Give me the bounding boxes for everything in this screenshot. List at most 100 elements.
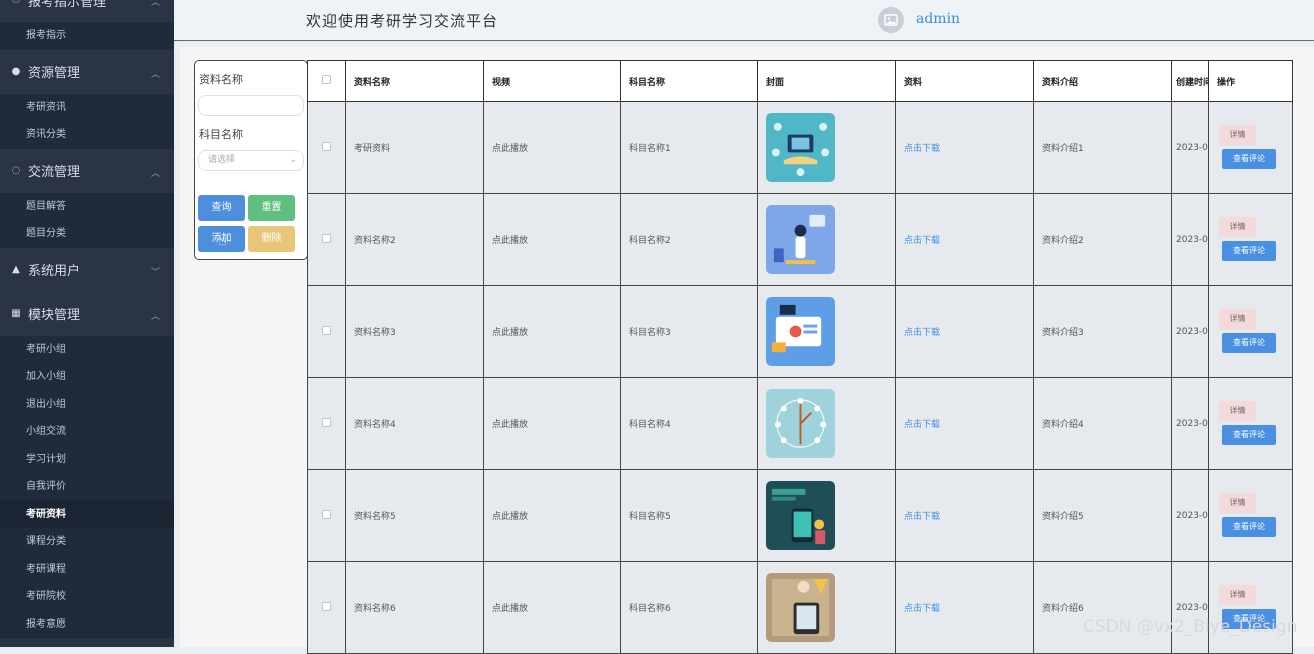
sidebar-item[interactable]: 考研资讯 [0, 93, 174, 121]
sidebar-group-label: 报考指示管理 [28, 0, 107, 10]
sidebar-group[interactable]: ◌ 交流管理 ︿ [0, 148, 174, 193]
download-link[interactable]: 点击下载 [904, 420, 940, 430]
cover-cell [757, 285, 896, 378]
sidebar-group-label: 交流管理 [28, 165, 81, 180]
row-checkbox-cell[interactable] [307, 285, 346, 378]
file-cell: 点击下载 [895, 285, 1034, 378]
chevron-down-icon: ﹀ [150, 267, 160, 278]
column-header: 创建时间 [1171, 60, 1209, 102]
play-video-link[interactable]: 点此播放 [492, 144, 528, 154]
sidebar-group-label: 模块管理 [28, 308, 81, 323]
play-video-link[interactable]: 点此播放 [492, 420, 528, 430]
column-header: 科目名称 [620, 60, 758, 102]
subject-name-label: 科目名称 [199, 128, 243, 141]
download-link[interactable]: 点击下载 [904, 328, 940, 338]
detail-button[interactable]: 详情 [1219, 125, 1256, 145]
sidebar-item[interactable]: 小组交流 [0, 418, 174, 446]
sidebar-item[interactable]: 考研资料 [0, 500, 174, 528]
material-name-cell: 资料名称2 [345, 193, 484, 286]
row-checkbox-cell[interactable] [307, 561, 346, 654]
download-link[interactable]: 点击下载 [904, 144, 940, 154]
delete-button[interactable]: 删除 [248, 226, 295, 252]
download-link[interactable]: 点击下载 [904, 236, 940, 246]
checkbox[interactable] [322, 233, 331, 243]
checkbox[interactable] [322, 509, 331, 519]
checkbox[interactable] [322, 601, 331, 611]
sidebar-item[interactable]: 课程分类 [0, 528, 174, 556]
created-time-cell: 2023-0 [1171, 377, 1209, 470]
sidebar-item[interactable]: 报考指示 [0, 22, 174, 50]
detail-button[interactable]: 详情 [1219, 585, 1256, 605]
subject-cell: 科目名称1 [620, 101, 758, 194]
sidebar-item[interactable]: 题目解答 [0, 192, 174, 220]
checkbox[interactable] [322, 75, 331, 84]
sidebar-item[interactable]: 报考意愿 [0, 610, 174, 638]
cover-cell [757, 469, 896, 562]
material-name-cell: 考研资料 [345, 101, 484, 194]
operations-cell: 详情 查看评论 [1208, 285, 1293, 378]
column-header: 资料介绍 [1033, 60, 1172, 102]
avatar[interactable] [878, 7, 904, 33]
view-comments-button[interactable]: 查看评论 [1222, 149, 1276, 169]
sidebar-item[interactable]: 考研小组 [0, 335, 174, 363]
file-cell: 点击下载 [895, 193, 1034, 286]
view-comments-button[interactable]: 查看评论 [1222, 241, 1276, 261]
row-checkbox-cell[interactable] [307, 469, 346, 562]
sidebar-item[interactable]: 题目分类 [0, 220, 174, 248]
subject-select-placeholder: 请选择 [208, 155, 236, 165]
sidebar-item[interactable]: 自我评价 [0, 473, 174, 501]
info-circle-icon: ⓘ [10, 0, 22, 6]
cover-cell [757, 193, 896, 286]
material-name-cell: 资料名称3 [345, 285, 484, 378]
material-name-cell: 资料名称6 [345, 561, 484, 654]
view-comments-button[interactable]: 查看评论 [1222, 333, 1276, 353]
table-header-row: 资料名称 视频 科目名称 封面 资料 资料介绍 创建时间 操作 [307, 60, 1293, 102]
add-button[interactable]: 添加 ☝ [198, 226, 245, 252]
row-checkbox-cell[interactable] [307, 101, 346, 194]
checkbox[interactable] [322, 141, 331, 151]
table-row: 资料名称2 点此播放 科目名称2 点击下载 资料介绍2 2023-0 详情 查看评论 [307, 193, 1293, 286]
view-comments-button[interactable]: 查看评论 [1222, 425, 1276, 445]
sidebar-item[interactable]: 考研院校 [0, 583, 174, 611]
select-all-checkbox[interactable] [307, 60, 346, 102]
sidebar-group[interactable]: ⓘ 报考指示管理 ︿ [0, 0, 174, 22]
sidebar-group[interactable]: ▦ 模块管理 ︿ [0, 291, 174, 336]
view-comments-button[interactable]: 查看评论 [1222, 517, 1276, 537]
checkbox[interactable] [322, 325, 331, 335]
download-link[interactable]: 点击下载 [904, 604, 940, 614]
play-video-link[interactable]: 点此播放 [492, 512, 528, 522]
sidebar-item[interactable]: 退出小组 [0, 390, 174, 418]
material-name-input[interactable] [198, 95, 304, 116]
sidebar-item[interactable]: 学习计划 [0, 445, 174, 473]
column-header: 操作 [1208, 60, 1293, 102]
detail-button[interactable]: 详情 [1219, 217, 1256, 237]
detail-button[interactable]: 详情 [1219, 309, 1256, 329]
play-video-link[interactable]: 点此播放 [492, 604, 528, 614]
sidebar-group[interactable]: ● 资源管理 ︿ [0, 49, 174, 94]
play-video-link[interactable]: 点此播放 [492, 236, 528, 246]
checkbox[interactable] [322, 417, 331, 427]
row-checkbox-cell[interactable] [307, 377, 346, 470]
play-video-link[interactable]: 点此播放 [492, 328, 528, 338]
cover-cell [757, 377, 896, 470]
created-time-cell: 2023-0 [1171, 285, 1209, 378]
sidebar-group[interactable]: ▲ 系统用户 ﹀ [0, 247, 174, 292]
row-checkbox-cell[interactable] [307, 193, 346, 286]
sidebar-item[interactable]: 加入小组 [0, 363, 174, 391]
column-header: 视频 [483, 60, 621, 102]
detail-button[interactable]: 详情 [1219, 493, 1256, 513]
subject-cell: 科目名称4 [620, 377, 758, 470]
subject-select[interactable]: 请选择 ⌄ [198, 150, 304, 171]
image-icon [884, 14, 898, 26]
download-link[interactable]: 点击下载 [904, 512, 940, 522]
sidebar-item[interactable]: 资讯分类 [0, 121, 174, 149]
subject-cell: 科目名称2 [620, 193, 758, 286]
cover-image [766, 573, 835, 642]
query-button[interactable]: 查询 [198, 195, 245, 221]
detail-button[interactable]: 详情 [1219, 401, 1256, 421]
watermark: CSDN @vx2_Biye_Design [1083, 617, 1298, 637]
reset-button[interactable]: 重置 [248, 195, 295, 221]
username[interactable]: admin [916, 11, 960, 27]
chevron-down-icon: ⌄ [289, 155, 297, 165]
sidebar-item[interactable]: 考研课程 [0, 555, 174, 583]
